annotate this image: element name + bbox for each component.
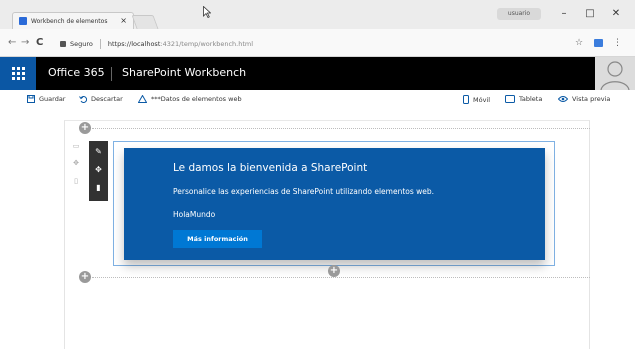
browser-menu-icon[interactable]: ⋮ <box>613 37 622 49</box>
webpart-data-button[interactable]: ***Datos de elementos web <box>138 95 242 103</box>
save-icon <box>27 95 35 103</box>
browser-tab[interactable]: Workbench de elementos × <box>12 12 134 29</box>
suite-bar: Office 365 SharePoint Workbench <box>0 57 635 91</box>
eye-icon <box>558 96 568 102</box>
save-button[interactable]: Guardar <box>27 95 65 103</box>
reload-button[interactable]: C <box>36 37 43 49</box>
mouse-cursor-icon <box>203 6 211 18</box>
address-bar[interactable]: Seguro https://localhost :4321/temp/work… <box>60 36 600 51</box>
add-webpart-in-section-icon[interactable]: + <box>328 265 340 277</box>
sharepoint-favicon-icon <box>19 17 27 25</box>
app-launcher-icon[interactable] <box>0 57 36 90</box>
section-move-icon[interactable]: ✥ <box>72 159 80 167</box>
hello-world-webpart: Le damos la bienvenida a SharePoint Pers… <box>124 148 545 260</box>
forward-button[interactable]: → <box>21 37 29 49</box>
mobile-label: Móvil <box>473 95 491 104</box>
save-label: Guardar <box>39 95 66 103</box>
move-icon[interactable]: ✥ <box>89 163 108 177</box>
pencil-icon[interactable]: ✎ <box>89 145 108 159</box>
user-avatar[interactable] <box>595 57 635 91</box>
window-minimize-button[interactable]: – <box>554 6 574 22</box>
webpart-subtitle: Personalice las experiencias de SharePoi… <box>173 187 435 196</box>
url-path: :4321/temp/workbench.html <box>160 39 254 48</box>
preview-label: Vista previa <box>572 95 611 103</box>
preview-button[interactable]: Vista previa <box>558 95 610 103</box>
browser-user-badge[interactable]: usuario <box>497 8 541 20</box>
bookmark-star-icon[interactable]: ☆ <box>575 38 583 48</box>
discard-label: Descartar <box>91 95 123 103</box>
address-separator <box>99 38 101 49</box>
trash-icon[interactable]: ▮ <box>89 181 108 195</box>
mobile-preview-button[interactable]: Móvil <box>463 95 490 104</box>
tablet-preview-button[interactable]: Tableta <box>505 95 542 103</box>
learn-more-button[interactable]: Más información <box>173 230 262 248</box>
warning-icon <box>138 95 147 103</box>
tablet-label: Tableta <box>519 95 543 103</box>
secure-label: Seguro <box>70 39 93 48</box>
undo-icon <box>79 96 87 103</box>
tablet-icon <box>505 95 515 103</box>
extension-icon[interactable] <box>594 39 603 47</box>
webpart-toolbar: ✎ ✥ ▮ <box>89 141 108 201</box>
browser-titlebar: Workbench de elementos × usuario – □ ✕ <box>0 0 635 29</box>
browser-toolbar: ← → C Seguro https://localhost :4321/tem… <box>0 29 635 57</box>
tab-title: Workbench de elementos <box>31 17 108 25</box>
section-top-divider <box>92 128 590 129</box>
mobile-icon <box>463 95 469 104</box>
section-delete-icon[interactable]: ▯ <box>72 177 80 185</box>
suite-brand[interactable]: Office 365 <box>48 66 105 79</box>
suite-app-title[interactable]: SharePoint Workbench <box>122 66 246 79</box>
webpart-description: HolaMundo <box>173 210 216 219</box>
window-close-button[interactable]: ✕ <box>606 6 626 22</box>
section-edit-icon[interactable]: ▭ <box>72 142 80 150</box>
window-maximize-button[interactable]: □ <box>580 6 600 22</box>
webpart-data-label: ***Datos de elementos web <box>151 95 242 103</box>
url-host: https://localhost <box>107 39 161 48</box>
workbench-command-bar: Guardar Descartar ***Datos de elementos … <box>0 90 635 112</box>
add-section-icon[interactable]: + <box>79 271 91 283</box>
webpart-title: Le damos la bienvenida a SharePoint <box>173 162 368 174</box>
section-bottom-divider <box>92 277 590 278</box>
suite-divider <box>111 67 112 81</box>
lock-icon <box>60 40 66 47</box>
person-icon <box>600 61 630 91</box>
discard-button[interactable]: Descartar <box>79 95 123 103</box>
add-webpart-top-icon[interactable]: + <box>79 122 91 134</box>
new-tab-button[interactable] <box>131 15 159 29</box>
back-button[interactable]: ← <box>8 37 16 49</box>
tab-close-icon[interactable]: × <box>120 17 127 25</box>
